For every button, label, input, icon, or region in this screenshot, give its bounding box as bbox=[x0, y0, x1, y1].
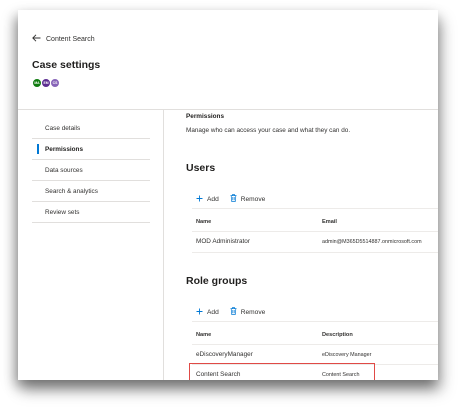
role-groups-command-bar: Add Remove bbox=[196, 307, 276, 317]
nav-item-case-details[interactable]: Case details bbox=[32, 118, 150, 139]
nav-item-review-sets[interactable]: Review sets bbox=[32, 202, 150, 223]
role-groups-add-button[interactable]: Add bbox=[196, 308, 219, 317]
users-row-rule bbox=[192, 252, 438, 253]
role-groups-remove-button[interactable]: Remove bbox=[230, 307, 266, 317]
role-groups-add-label: Add bbox=[207, 308, 219, 316]
users-col-email: Email bbox=[322, 219, 337, 225]
back-arrow-icon[interactable] bbox=[32, 34, 46, 44]
trash-icon bbox=[230, 194, 241, 204]
users-title: Users bbox=[186, 162, 216, 174]
settings-window: Content Search Case settings MA EM CS Ca… bbox=[18, 10, 438, 380]
role-groups-col-description: Description bbox=[322, 332, 353, 338]
highlight-box bbox=[189, 363, 375, 380]
role-groups-title: Role groups bbox=[186, 275, 248, 287]
nav-item-search-analytics[interactable]: Search & analytics bbox=[32, 181, 150, 202]
page-title: Case settings bbox=[32, 59, 101, 71]
nav-divider bbox=[163, 110, 164, 380]
role-group-description: eDiscovery Manager bbox=[322, 352, 372, 358]
role-group-name: eDiscoveryManager bbox=[196, 351, 253, 358]
avatar-cs: CS bbox=[50, 78, 60, 88]
settings-nav: Case details Permissions Data sources Se… bbox=[32, 118, 150, 223]
nav-item-permissions[interactable]: Permissions bbox=[32, 139, 150, 160]
users-table-top-rule bbox=[192, 208, 438, 209]
trash-icon bbox=[230, 307, 241, 317]
users-header-rule bbox=[192, 231, 438, 232]
users-add-button[interactable]: Add bbox=[196, 195, 219, 204]
permissions-subtitle: Manage who can access your case and what… bbox=[186, 127, 351, 134]
users-remove-label: Remove bbox=[240, 195, 266, 203]
users-command-bar: Add Remove bbox=[196, 194, 276, 204]
users-add-label: Add bbox=[207, 195, 219, 203]
users-col-name: Name bbox=[196, 219, 212, 225]
member-avatars: MA EM CS bbox=[32, 78, 60, 88]
role-groups-table-top-rule bbox=[192, 321, 438, 322]
add-icon bbox=[196, 308, 207, 317]
header-divider bbox=[18, 109, 438, 110]
users-remove-button[interactable]: Remove bbox=[230, 194, 266, 204]
nav-item-data-sources[interactable]: Data sources bbox=[32, 160, 150, 181]
add-icon bbox=[196, 195, 207, 204]
back-link[interactable]: Content Search bbox=[32, 34, 95, 44]
settings-panel: Content Search Case settings MA EM CS Ca… bbox=[18, 10, 438, 380]
user-email: admin@M365D5514887.onmicrosoft.com bbox=[322, 239, 422, 245]
role-groups-remove-label: Remove bbox=[240, 308, 266, 316]
permissions-title: Permissions bbox=[186, 113, 225, 120]
user-name: MOD Administrator bbox=[196, 238, 250, 245]
back-link-label[interactable]: Content Search bbox=[46, 36, 95, 43]
role-groups-col-name: Name bbox=[196, 332, 212, 338]
role-groups-header-rule bbox=[192, 344, 438, 345]
